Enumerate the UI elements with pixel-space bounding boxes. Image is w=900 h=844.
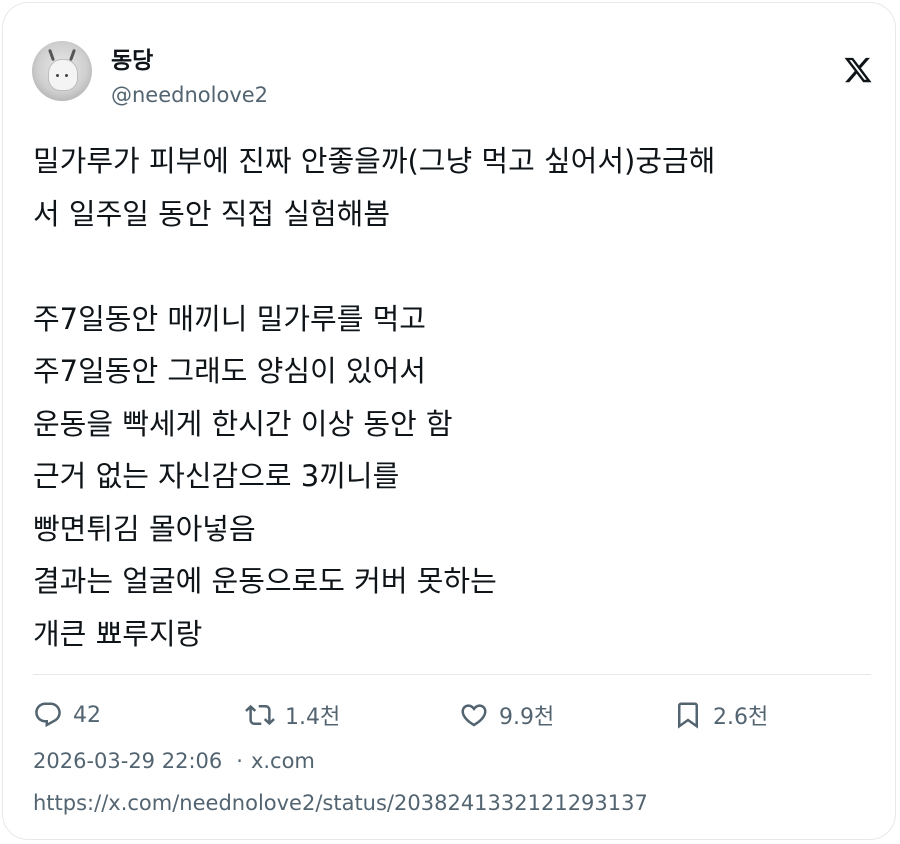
bookmark-icon bbox=[678, 702, 698, 729]
like-button[interactable]: 9.9천 bbox=[459, 698, 554, 732]
author-handle[interactable]: @neednolove2 bbox=[111, 83, 268, 107]
timestamp[interactable]: 2026-03-29 22:06 bbox=[33, 749, 222, 773]
reply-icon bbox=[35, 702, 61, 728]
meta-separator: · bbox=[236, 749, 243, 773]
heart-icon bbox=[461, 704, 487, 727]
author-display-name[interactable]: 동당 bbox=[111, 41, 153, 75]
tweet-url[interactable]: https://x.com/neednolove2/status/2038241… bbox=[33, 791, 648, 815]
reply-button[interactable]: 42 bbox=[33, 698, 101, 732]
avatar[interactable] bbox=[32, 41, 92, 101]
bookmark-count: 2.6천 bbox=[713, 705, 769, 730]
x-logo-icon[interactable] bbox=[843, 55, 873, 85]
divider bbox=[33, 674, 871, 675]
tweet-card: 동당 @neednolove2 밀가루가 피부에 진짜 안좋을까(그냥 먹고 싶… bbox=[2, 2, 896, 840]
avatar-ear-left bbox=[48, 48, 55, 62]
like-count: 9.9천 bbox=[499, 705, 555, 730]
tweet-text: 밀가루가 피부에 진짜 안좋을까(그냥 먹고 싶어서)궁금해 서 일주일 동안 … bbox=[33, 144, 716, 651]
retweet-count: 1.4천 bbox=[285, 705, 341, 730]
bookmark-button[interactable]: 2.6천 bbox=[673, 698, 768, 732]
avatar-eye-right bbox=[65, 74, 68, 77]
avatar-eye-left bbox=[56, 74, 59, 77]
avatar-face bbox=[48, 59, 78, 91]
tweet-meta: 2026-03-29 22:06 · x.com bbox=[33, 749, 315, 773]
reply-count: 42 bbox=[73, 702, 101, 728]
retweet-button[interactable]: 1.4천 bbox=[245, 698, 340, 732]
source-link[interactable]: x.com bbox=[251, 749, 315, 773]
retweet-icon bbox=[245, 704, 275, 726]
